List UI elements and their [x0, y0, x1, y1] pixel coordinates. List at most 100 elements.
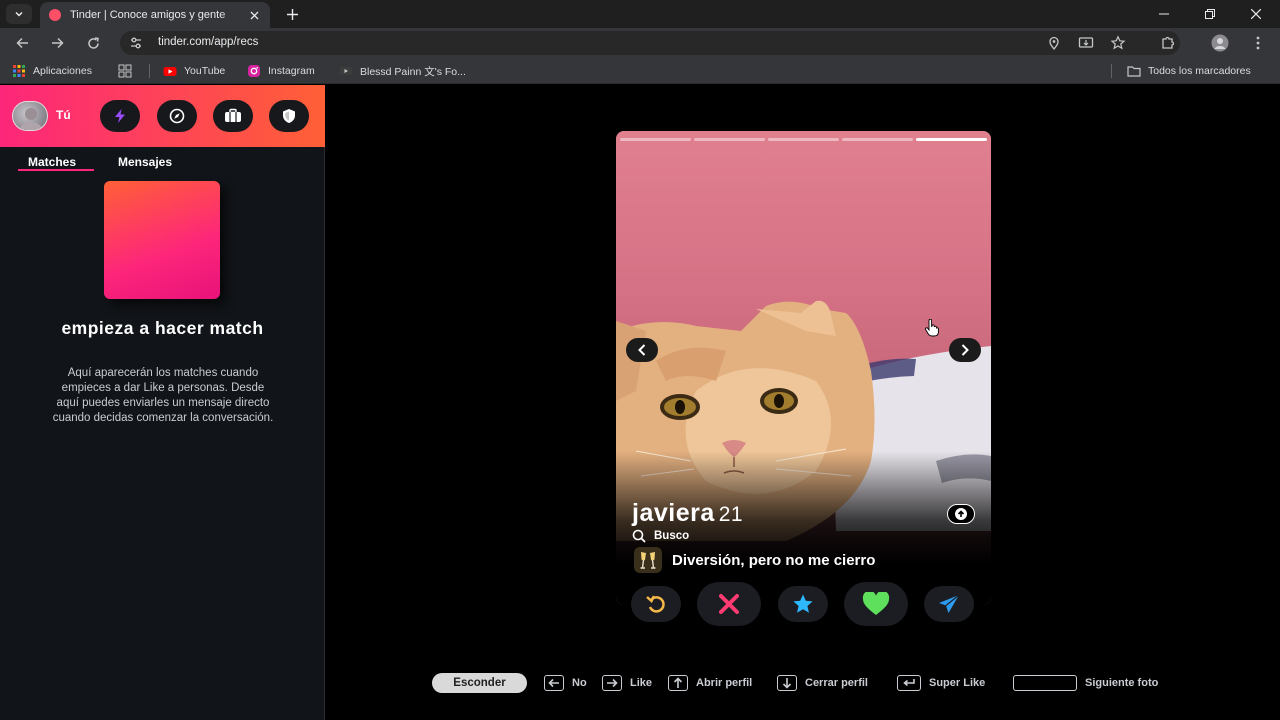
menu-button[interactable] [1249, 34, 1267, 52]
instagram-icon [248, 65, 260, 77]
rewind-button[interactable] [631, 586, 681, 622]
bookmark-label: Aplicaciones [33, 65, 92, 77]
nope-button[interactable] [697, 582, 761, 626]
space-key-icon [1013, 675, 1077, 691]
close-tab-button[interactable] [246, 7, 262, 23]
shortcut-label: No [572, 677, 587, 689]
profile-button[interactable] [1211, 34, 1229, 52]
shortcut-label: Abrir perfil [696, 677, 753, 689]
arrow-left-key-icon [544, 675, 564, 691]
all-bookmarks-label: Todos los marcadores [1148, 65, 1251, 77]
restore-button[interactable] [1200, 4, 1220, 24]
tab-messages[interactable]: Mensajes [118, 155, 172, 169]
sidebar-header: Tú [0, 85, 325, 147]
new-tab-button[interactable] [282, 4, 302, 24]
apps-grid-icon [13, 65, 25, 77]
bookmarks-bar: Aplicaciones YouTube Instagram Blessd Pa… [0, 58, 1280, 84]
profile-age: 21 [718, 503, 744, 526]
bookmark-label: YouTube [184, 65, 226, 77]
close-window-button[interactable] [1246, 4, 1266, 24]
photo-progress-segment[interactable] [620, 138, 691, 141]
profile-label[interactable]: Tú [56, 108, 71, 122]
card-info-overlay [616, 451, 991, 605]
photo-progress-bar [620, 138, 987, 142]
bookmark-divider [149, 64, 150, 78]
user-photo-icon [19, 108, 43, 130]
hide-shortcuts-button[interactable]: Esconder [432, 673, 527, 693]
address-bar[interactable]: tinder.com/app/recs [120, 31, 1180, 55]
arrow-up-icon [955, 508, 967, 520]
all-bookmarks-button[interactable]: Todos los marcadores [1127, 63, 1251, 79]
like-button[interactable] [844, 582, 908, 626]
bookmark-label: Instagram [268, 65, 315, 77]
briefcase-icon [225, 108, 241, 122]
boost-send-button[interactable] [924, 586, 974, 622]
explore-button[interactable] [157, 100, 197, 132]
back-button[interactable] [11, 33, 33, 53]
star-bookmark-icon[interactable] [1110, 35, 1126, 51]
arrow-down-key-icon [777, 675, 797, 691]
looking-for-title: Busco [654, 530, 690, 542]
tinder-flame-icon [49, 9, 61, 21]
shield-icon [283, 109, 295, 123]
location-icon[interactable] [1046, 35, 1062, 51]
cheers-emoji-icon [634, 547, 662, 573]
tab-matches[interactable]: Matches [28, 155, 76, 169]
shortcut-label: Like [630, 677, 653, 689]
minimize-button[interactable] [1154, 4, 1174, 24]
bookmark-blessd[interactable]: Blessd Painn 文's Fo... [339, 63, 466, 79]
paper-plane-icon [939, 594, 960, 613]
install-app-icon[interactable] [1078, 35, 1094, 51]
empty-state-title: empieza a hacer match [61, 318, 264, 338]
photo-progress-segment[interactable] [842, 138, 913, 141]
tab-groups-button[interactable] [118, 63, 139, 79]
bookmark-instagram[interactable]: Instagram [247, 63, 315, 79]
browser-tab[interactable]: Tinder | Conoce amigos y gente [40, 2, 270, 28]
safety-button[interactable] [269, 100, 309, 132]
profile-avatar-icon [1211, 34, 1229, 52]
open-profile-button[interactable] [947, 504, 975, 524]
browser-tab-bar: Tinder | Conoce amigos y gente [0, 0, 1280, 28]
photo-progress-segment[interactable] [768, 138, 839, 141]
close-icon [1251, 9, 1261, 19]
folder-icon [1127, 66, 1141, 77]
arrow-right-key-icon [602, 675, 622, 691]
work-mode-button[interactable] [213, 100, 253, 132]
profile-card[interactable]: javiera 21 Busco Diversión, pero no me ci… [616, 131, 991, 605]
site-settings-icon[interactable] [128, 35, 144, 51]
super-like-button[interactable] [778, 586, 828, 622]
rewind-icon [646, 595, 665, 613]
bookmark-label: Blessd Painn 文's Fo... [360, 65, 466, 78]
forward-button[interactable] [46, 33, 68, 53]
bookmark-apps[interactable]: Aplicaciones [12, 63, 92, 79]
shortcut-label: Super Like [929, 677, 986, 689]
keyboard-shortcuts-bar: Esconder No Like Abrir perfil Cerrar per… [326, 673, 1280, 695]
next-photo-button[interactable] [949, 338, 981, 362]
photo-progress-segment[interactable] [694, 138, 765, 141]
profile-name: javiera [632, 499, 715, 527]
profile-name-row: javiera 21 [632, 499, 743, 528]
tab-search-button[interactable] [6, 4, 32, 24]
reload-button[interactable] [82, 33, 104, 53]
shortcut-label: Siguiente foto [1085, 677, 1159, 689]
chevron-down-icon [15, 11, 23, 17]
lightning-bolt-icon [115, 109, 125, 123]
close-x-icon [719, 594, 739, 614]
recs-main: javiera 21 Busco Diversión, pero no me ci… [326, 85, 1280, 720]
chevron-left-icon [638, 344, 646, 356]
arrow-right-icon [51, 37, 64, 49]
arrow-left-icon [15, 37, 28, 49]
shortcut-label: Cerrar perfil [805, 677, 868, 689]
puzzle-icon [1162, 36, 1175, 49]
avatar[interactable] [12, 101, 48, 131]
boost-button[interactable] [100, 100, 140, 132]
match-placeholder-card [104, 181, 220, 299]
extensions-button[interactable] [1159, 34, 1177, 52]
shortcut-super-like: Super Like [897, 675, 985, 691]
bookmark-youtube[interactable]: YouTube [163, 63, 225, 79]
previous-photo-button[interactable] [626, 338, 658, 362]
reload-icon [87, 36, 99, 49]
active-tab-indicator [18, 169, 94, 171]
close-icon [250, 11, 258, 19]
photo-progress-segment[interactable] [916, 138, 987, 141]
